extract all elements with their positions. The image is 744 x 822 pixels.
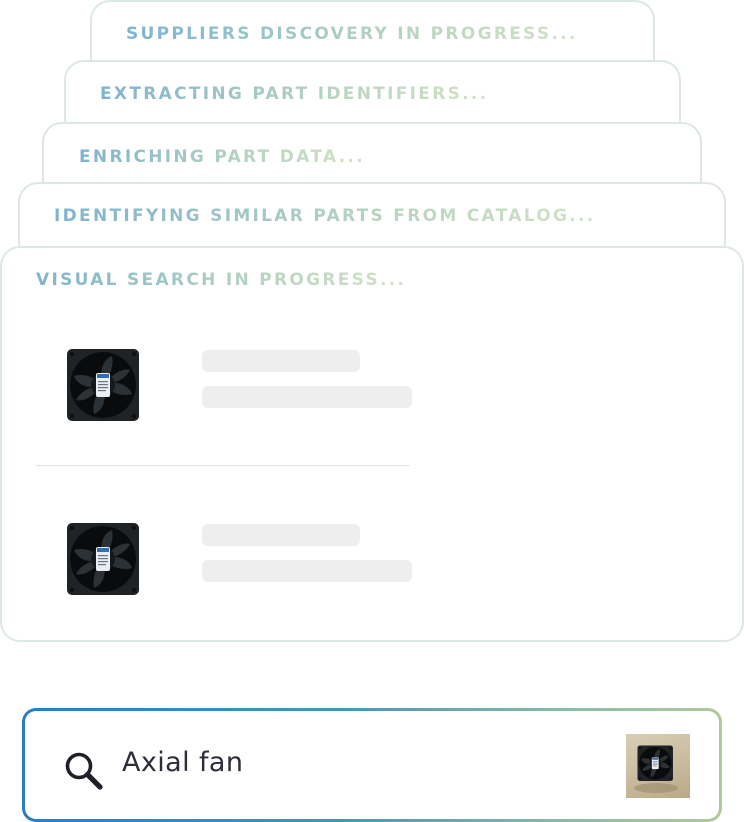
- progress-step-label: ENRICHING PART DATA...: [79, 147, 365, 167]
- progress-step-label: EXTRACTING PART IDENTIFIERS...: [100, 84, 489, 104]
- axial-fan-icon: [66, 348, 140, 422]
- skeleton-title-placeholder: [202, 524, 360, 546]
- axial-fan-icon: [66, 522, 140, 596]
- skeleton-subtitle-placeholder: [202, 386, 412, 408]
- search-input[interactable]: Axial fan: [122, 747, 243, 778]
- progress-step-label: VISUAL SEARCH IN PROGRESS...: [36, 270, 407, 290]
- result-row[interactable]: [2, 328, 742, 438]
- visual-search-results-card: VISUAL SEARCH IN PROGRESS...: [0, 246, 744, 642]
- result-row[interactable]: [2, 502, 742, 612]
- attached-image-thumbnail[interactable]: [626, 734, 690, 798]
- search-bar[interactable]: Axial fan: [22, 708, 722, 822]
- result-divider: [36, 465, 410, 466]
- skeleton-title-placeholder: [202, 350, 360, 372]
- axial-fan-photo: [634, 734, 678, 793]
- progress-step-label: IDENTIFYING SIMILAR PARTS FROM CATALOG..…: [54, 206, 596, 226]
- magnifier-icon[interactable]: [62, 749, 106, 793]
- progress-step-label: SUPPLIERS DISCOVERY IN PROGRESS...: [126, 24, 578, 44]
- skeleton-subtitle-placeholder: [202, 560, 412, 582]
